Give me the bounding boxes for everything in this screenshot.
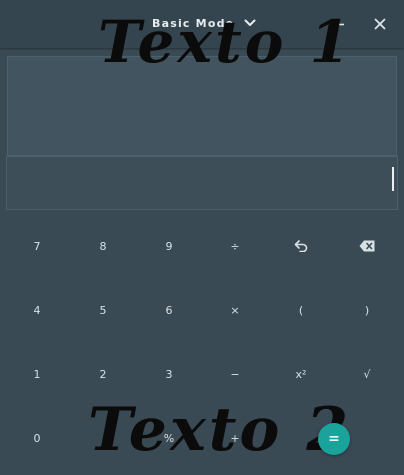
minimize-icon — [334, 23, 344, 26]
key-label: − — [230, 367, 240, 381]
key-6[interactable]: 6 — [136, 278, 202, 342]
undo-icon — [294, 240, 308, 252]
key-1[interactable]: 1 — [4, 342, 70, 406]
key-label: 5 — [99, 303, 107, 317]
key-multiply[interactable]: × — [202, 278, 268, 342]
key-label: 0 — [33, 431, 41, 445]
key-label: 7 — [33, 239, 41, 253]
key-label: 6 — [165, 303, 173, 317]
calculator-window: Basic Mode 7 8 9 ÷ 4 5 6 ×() 1 2 3− x² √ 0.% + = Texto… — [0, 0, 404, 475]
mode-switcher[interactable]: Basic Mode — [152, 11, 256, 35]
key-2[interactable]: 2 — [70, 342, 136, 406]
history-display — [7, 56, 397, 156]
key-close-paren[interactable]: ) — [334, 278, 400, 342]
key-label: 9 — [165, 239, 173, 253]
key-label: × — [230, 303, 240, 317]
key-label: 8 — [99, 239, 107, 253]
key-5[interactable]: 5 — [70, 278, 136, 342]
backspace-icon — [359, 240, 375, 252]
key-9[interactable]: 9 — [136, 214, 202, 278]
close-icon — [374, 18, 386, 30]
minimize-button[interactable] — [327, 12, 351, 36]
key-label: % — [163, 431, 175, 445]
key-label: 3 — [165, 367, 173, 381]
title-bar: Basic Mode — [0, 0, 404, 48]
undo-button[interactable] — [268, 214, 334, 278]
key-label: 1 — [33, 367, 41, 381]
key-sqrt[interactable]: √ — [334, 342, 400, 406]
backspace-button[interactable] — [334, 214, 400, 278]
close-button[interactable] — [368, 12, 392, 36]
key-label: . — [101, 431, 105, 445]
key-decimal[interactable]: . — [70, 406, 136, 470]
key-label: 2 — [99, 367, 107, 381]
key-7[interactable]: 7 — [4, 214, 70, 278]
key-label: ( — [298, 303, 304, 317]
key-4[interactable]: 4 — [4, 278, 70, 342]
key-label: 4 — [33, 303, 41, 317]
text-caret — [392, 167, 394, 191]
key-3[interactable]: 3 — [136, 342, 202, 406]
key-label: ÷ — [230, 239, 240, 253]
key-label: + — [230, 431, 240, 445]
key-label: √ — [363, 367, 371, 381]
key-percent[interactable]: % — [136, 406, 202, 470]
key-label: ) — [364, 303, 370, 317]
key-open-paren[interactable]: ( — [268, 278, 334, 342]
expression-input[interactable] — [6, 156, 398, 210]
chevron-down-icon — [244, 17, 256, 30]
key-0[interactable]: 0 — [4, 406, 70, 470]
key-subtract[interactable]: − — [202, 342, 268, 406]
key-add[interactable]: + — [202, 406, 268, 470]
mode-label: Basic Mode — [152, 16, 235, 30]
equals-button[interactable]: = — [318, 423, 350, 455]
key-label: x² — [295, 367, 307, 381]
key-divide[interactable]: ÷ — [202, 214, 268, 278]
key-square[interactable]: x² — [268, 342, 334, 406]
key-8[interactable]: 8 — [70, 214, 136, 278]
